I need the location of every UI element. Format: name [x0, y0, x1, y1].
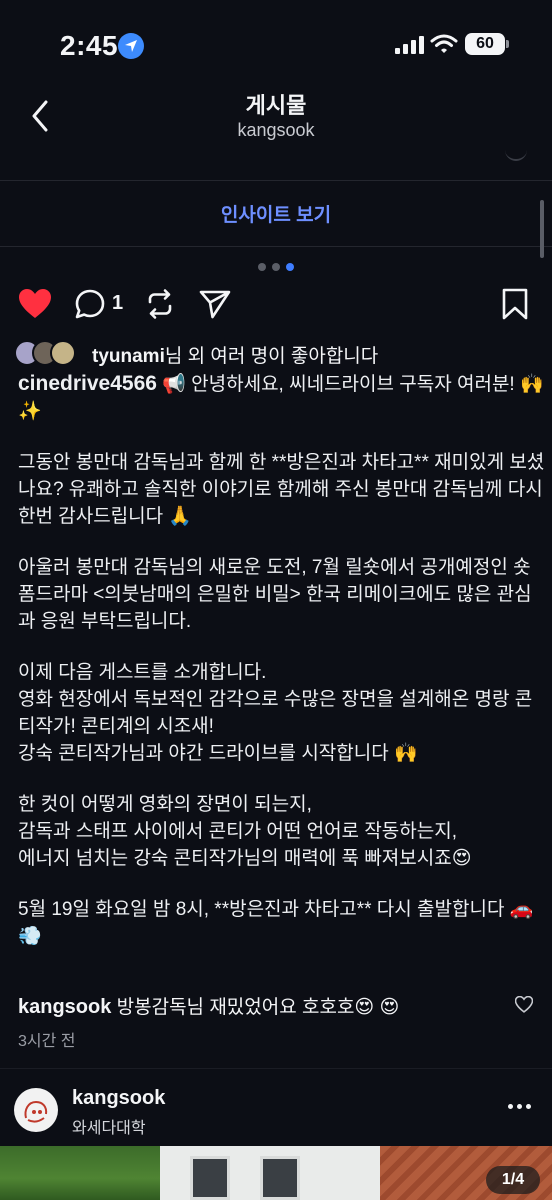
image-counter-badge: 1/4: [486, 1166, 540, 1194]
status-bar: 2:45 60: [0, 0, 552, 90]
partial-icon: [505, 143, 527, 161]
comment-text: 방봉감독님 재밌었어요 호호호😍 😍: [111, 997, 400, 1018]
caption-author[interactable]: cinedrive4566: [18, 372, 157, 395]
window: [260, 1156, 300, 1200]
post-timestamp: 3시간 전: [18, 1033, 76, 1050]
comment-count: 1: [112, 292, 124, 314]
likes-suffix: 님 외 여러 명이 좋아합니다: [164, 346, 379, 367]
avatar: [50, 340, 76, 366]
scrollbar[interactable]: [540, 200, 544, 258]
carousel-dot: [272, 263, 280, 271]
caption-paragraph: 이제 다음 게스트를 소개합니다. 영화 현장에서 독보적인 감각으로 수많은 …: [18, 662, 533, 764]
bookmark-icon[interactable]: [500, 288, 530, 320]
carousel-dot: [258, 263, 266, 271]
repost-icon[interactable]: [144, 288, 176, 320]
comment-icon[interactable]: [74, 288, 106, 320]
building-area: [160, 1146, 380, 1200]
next-post-image[interactable]: [0, 1146, 552, 1200]
divider: [0, 180, 552, 181]
battery-tip: [506, 40, 509, 48]
caption-paragraph: 아울러 봉만대 감독님의 새로운 도전, 7월 릴숏에서 공개예정인 숏폼드라마…: [18, 557, 532, 632]
more-options-icon[interactable]: [508, 1104, 531, 1109]
wifi-icon: [430, 34, 458, 53]
heart-icon[interactable]: [18, 288, 52, 320]
likes-summary[interactable]: tyunami님 외 여러 명이 좋아합니다: [92, 341, 378, 368]
send-icon[interactable]: [198, 288, 232, 320]
view-insights-button[interactable]: 인사이트 보기: [0, 200, 552, 227]
post-caption: cinedrive4566 📢 안녕하세요, 씨네드라이브 구독자 여러분! 🙌…: [18, 370, 546, 950]
caption-paragraph: 한 컷이 어떻게 영화의 장면이 되는지, 감독과 스태프 사이에서 콘티가 어…: [18, 794, 472, 869]
battery-icon: 60: [465, 33, 505, 55]
trees-area: [0, 1146, 160, 1200]
caption-paragraph: 그동안 봉만대 감독님과 함께 한 **방은진과 차타고** 재미있게 보셨나요…: [18, 452, 545, 527]
next-post-username[interactable]: kangsook: [72, 1087, 165, 1110]
page-title: 게시물: [245, 93, 307, 118]
carousel-dots: [258, 263, 294, 271]
signal-icon: [395, 36, 424, 54]
next-post-location[interactable]: 와세다대학: [72, 1114, 146, 1138]
comment-row[interactable]: kangsook 방봉감독님 재밌었어요 호호호😍 😍: [18, 992, 399, 1019]
location-arrow-icon: [118, 33, 144, 59]
page-subtitle-username[interactable]: kangsook: [0, 120, 552, 141]
caption-paragraph: 5월 19일 화요일 밤 8시, **방은진과 차타고** 다시 출발합니다 🚗…: [18, 899, 534, 947]
liker-avatars[interactable]: [14, 340, 86, 366]
divider: [0, 246, 552, 247]
carousel-dot-active: [286, 263, 294, 271]
liker-username[interactable]: tyunami: [92, 346, 165, 367]
divider: [0, 1068, 552, 1069]
window: [190, 1156, 230, 1200]
avatar[interactable]: [14, 1088, 58, 1132]
comment-like-heart-icon[interactable]: [515, 996, 533, 1013]
comment-author[interactable]: kangsook: [18, 996, 111, 1018]
clock: 2:45: [60, 30, 119, 61]
